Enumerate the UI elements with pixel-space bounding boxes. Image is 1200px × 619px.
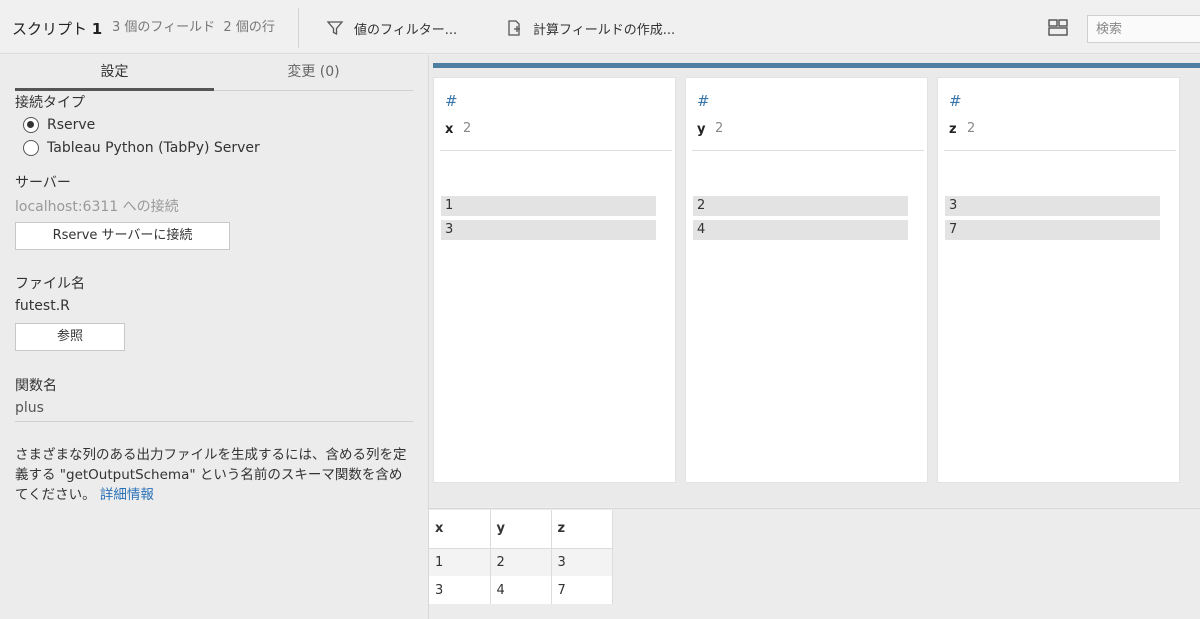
file-name-label: ファイル名 <box>15 276 85 292</box>
table-cell[interactable]: 3 <box>429 576 491 604</box>
number-type-icon: # <box>949 92 962 110</box>
help-text: さまざまな列のある出力ファイルを生成するには、含める列を定義する "getOut… <box>15 447 407 503</box>
profile-card-y[interactable]: # y 2 2 4 <box>685 77 928 483</box>
field-name: z <box>949 122 957 137</box>
column-header-z[interactable]: z <box>551 510 613 549</box>
step-title: スクリプト 1 <box>12 20 103 38</box>
number-type-icon: # <box>697 92 710 110</box>
column-header-y[interactable]: y <box>490 510 552 549</box>
function-name-label: 関数名 <box>15 378 57 394</box>
file-name-value: futest.R <box>15 298 70 314</box>
function-name-underline <box>15 421 413 422</box>
profile-accent-bar <box>433 63 1200 68</box>
data-grid-pane: x y z 1 2 3 3 4 7 <box>429 508 1200 619</box>
settings-panel: 設定 変更 (0) 接続タイプ Rserve Tableau Python (T… <box>0 55 428 619</box>
tab-settings[interactable]: 設定 <box>15 55 214 91</box>
table-row: 1 2 3 <box>429 548 613 576</box>
value-bar[interactable]: 2 <box>693 196 908 216</box>
table-cell[interactable]: 7 <box>551 576 613 604</box>
table-cell[interactable]: 2 <box>490 548 552 576</box>
radio-selected-icon <box>23 117 39 133</box>
field-distinct-count: 2 <box>715 121 724 136</box>
server-label: サーバー <box>15 175 71 191</box>
radio-tabpy[interactable]: Tableau Python (TabPy) Server <box>23 140 260 156</box>
profile-pane: # x 2 1 3 # y 2 2 4 # z 2 3 7 <box>429 55 1200 507</box>
connection-type-label: 接続タイプ <box>15 95 85 111</box>
number-type-icon: # <box>445 92 458 110</box>
funnel-icon <box>326 21 344 36</box>
step-meta: 3 個のフィールド 2 個の行 <box>112 16 275 35</box>
search-input[interactable] <box>1087 15 1200 43</box>
field-name: y <box>697 122 706 137</box>
function-name-value[interactable]: plus <box>15 400 44 416</box>
data-grid: x y z 1 2 3 3 4 7 <box>429 510 613 604</box>
value-bar[interactable]: 3 <box>441 220 656 240</box>
filter-values-label: 値のフィルター... <box>354 22 458 38</box>
toolbar: スクリプト 1 3 個のフィールド 2 個の行 値のフィルター... 計算フィー… <box>0 0 1200 54</box>
radio-rserve[interactable]: Rserve <box>23 117 95 133</box>
filter-values-button[interactable]: 値のフィルター... <box>326 16 457 40</box>
value-bar[interactable]: 4 <box>693 220 908 240</box>
column-header-x[interactable]: x <box>429 510 491 549</box>
card-divider <box>692 150 924 151</box>
settings-tabs: 設定 変更 (0) <box>15 55 413 91</box>
table-cell[interactable]: 3 <box>551 548 613 576</box>
radio-unselected-icon <box>23 140 39 156</box>
radio-tabpy-label: Tableau Python (TabPy) Server <box>47 140 260 156</box>
table-row: 3 4 7 <box>429 576 613 604</box>
profile-card-x[interactable]: # x 2 1 3 <box>433 77 676 483</box>
profile-card-z[interactable]: # z 2 3 7 <box>937 77 1180 483</box>
connect-rserve-button[interactable]: Rserve サーバーに接続 <box>15 222 230 250</box>
table-cell[interactable]: 4 <box>490 576 552 604</box>
toolbar-divider <box>298 8 299 48</box>
table-cell[interactable]: 1 <box>429 548 491 576</box>
row-count: 2 個の行 <box>223 20 275 35</box>
server-status: localhost:6311 への接続 <box>15 199 179 215</box>
create-calc-field-button[interactable]: 計算フィールドの作成... <box>505 16 675 40</box>
browse-button[interactable]: 参照 <box>15 323 125 351</box>
field-distinct-count: 2 <box>967 121 976 136</box>
layout-toggle-icon[interactable] <box>1048 19 1068 36</box>
learn-more-link[interactable]: 詳細情報 <box>100 487 154 503</box>
create-calc-field-label: 計算フィールドの作成... <box>533 22 676 38</box>
calc-field-icon <box>508 20 520 36</box>
value-bar[interactable]: 7 <box>945 220 1160 240</box>
value-bar[interactable]: 1 <box>441 196 656 216</box>
field-name: x <box>445 122 454 137</box>
radio-rserve-label: Rserve <box>47 117 96 133</box>
card-divider <box>440 150 672 151</box>
field-distinct-count: 2 <box>463 121 472 136</box>
tab-changes[interactable]: 変更 (0) <box>214 55 413 91</box>
value-bar[interactable]: 3 <box>945 196 1160 216</box>
card-divider <box>944 150 1176 151</box>
field-count: 3 個のフィールド <box>112 20 216 35</box>
